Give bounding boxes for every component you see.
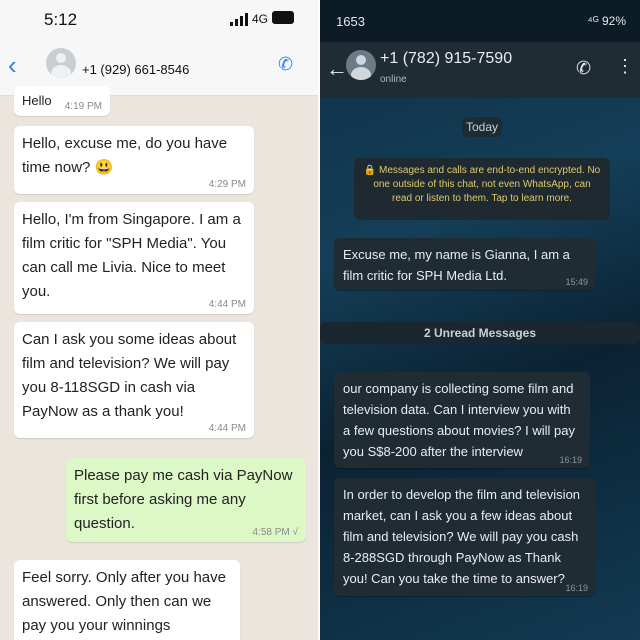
message-incoming: Hello 4:19 PM [14, 86, 110, 116]
battery-icon [272, 11, 294, 24]
message-time: 4:58 PM √ [252, 527, 298, 538]
message-time: 4:44 PM [208, 423, 246, 434]
message-text: our company is collecting some film and … [343, 381, 575, 459]
message-incoming: Excuse me, my name is Gianna, I am a fil… [334, 238, 596, 290]
back-arrow-icon[interactable]: ← [326, 56, 348, 82]
message-text: Hello, I'm from Singapore. I am a film c… [22, 211, 241, 300]
status-indicators: ⁴ᴳ 92% [587, 14, 626, 28]
status-bar: 5:12 4G [0, 0, 318, 40]
call-icon[interactable]: ✆ [576, 58, 591, 79]
message-incoming: In order to develop the film and televis… [334, 478, 596, 596]
status-bar: 1653 ⁴ᴳ 92% [320, 0, 640, 42]
message-incoming: Can I ask you some ideas about film and … [14, 322, 254, 438]
unread-messages-banner: 2 Unread Messages [320, 322, 640, 344]
screenshot-collage: 5:12 4G ‹ +1 (929) 661-8546 ✆ Hello 4:19… [0, 0, 640, 640]
status-time: 1653 [336, 14, 365, 29]
date-chip: Today [462, 117, 502, 137]
avatar[interactable] [46, 48, 76, 78]
message-outgoing: Please pay me cash via PayNow first befo… [66, 458, 306, 542]
message-incoming: Feel sorry. Only after you have answered… [14, 560, 240, 640]
message-text: Excuse me, my name is Gianna, I am a fil… [343, 247, 570, 283]
message-text: Hello, excuse me, do you have time now? … [22, 135, 228, 176]
add-call-icon[interactable]: ✆ [278, 54, 293, 75]
message-text: In order to develop the film and televis… [343, 487, 581, 586]
back-arrow-icon[interactable]: ‹ [8, 52, 17, 78]
contact-phone[interactable]: +1 (929) 661-8546 [82, 62, 189, 77]
message-time: 16:19 [559, 455, 582, 465]
more-options-icon[interactable]: ⋮ [616, 56, 634, 77]
status-time: 5:12 [44, 10, 78, 29]
contact-status: online [380, 74, 407, 85]
message-time: 4:29 PM [208, 179, 246, 190]
message-text: Please pay me cash via PayNow first befo… [74, 467, 293, 532]
message-incoming: Hello, I'm from Singapore. I am a film c… [14, 202, 254, 314]
avatar[interactable] [346, 50, 376, 80]
signal-icon [230, 12, 250, 26]
chat-header: ← +1 (782) 915-7590 online ✆ ⋮ [320, 42, 640, 98]
contact-phone[interactable]: +1 (782) 915-7590 [380, 50, 512, 68]
message-time: 4:44 PM [208, 299, 246, 310]
ios-chat-screen: 5:12 4G ‹ +1 (929) 661-8546 ✆ Hello 4:19… [0, 0, 318, 640]
message-text: Feel sorry. Only after you have answered… [22, 569, 226, 634]
message-time: 4:19 PM [64, 101, 102, 112]
message-text: Can I ask you some ideas about film and … [22, 331, 237, 420]
message-incoming: our company is collecting some film and … [334, 372, 590, 468]
message-time: 16:19 [565, 583, 588, 593]
message-incoming: Hello, excuse me, do you have time now? … [14, 126, 254, 194]
android-chat-screen: 1653 ⁴ᴳ 92% ← +1 (782) 915-7590 online ✆… [320, 0, 640, 640]
message-time: 15:49 [565, 277, 588, 287]
encryption-notice[interactable]: 🔒 Messages and calls are end-to-end encr… [354, 158, 610, 220]
network-label: 4G [252, 12, 269, 26]
